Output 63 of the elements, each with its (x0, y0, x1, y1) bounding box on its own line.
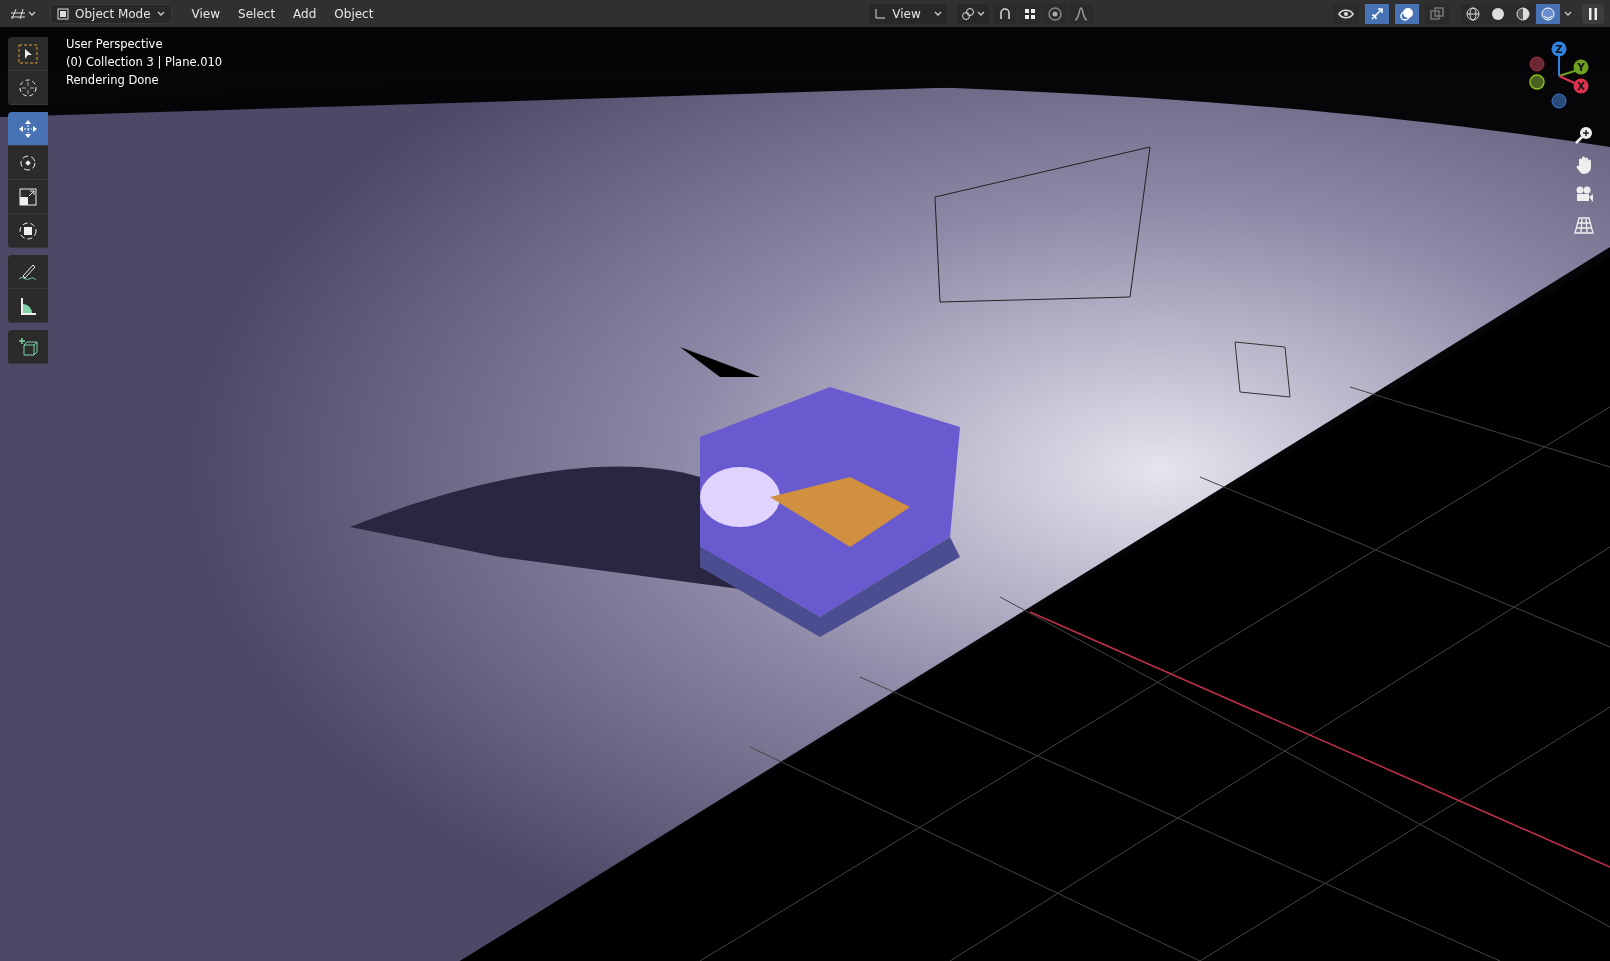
material-sphere-icon (1516, 6, 1530, 21)
grid-dots-icon (1024, 7, 1037, 20)
link-icon (961, 6, 976, 21)
wire-sphere-icon (1466, 6, 1480, 21)
menu-item[interactable]: Add (285, 3, 325, 24)
curve-icon (1074, 6, 1089, 21)
axes-icon (874, 7, 887, 20)
magnet-icon (998, 6, 1013, 21)
menu-item[interactable]: Select (230, 3, 284, 24)
overlay-circles-icon (1400, 6, 1414, 21)
add-cube-icon (18, 336, 38, 357)
header-toggle[interactable] (1486, 3, 1510, 24)
header-toggle[interactable] (1395, 3, 1419, 24)
header-toggle[interactable] (1425, 3, 1449, 24)
tool-button[interactable] (8, 180, 48, 214)
caret-icon (1564, 10, 1572, 17)
scale-icon (18, 186, 38, 207)
navigation-gizmo[interactable]: Z Y X (1526, 39, 1596, 113)
caret-icon (156, 10, 165, 17)
caret-icon (934, 10, 943, 17)
header-toggle[interactable] (1461, 3, 1485, 24)
axes-grid-icon (10, 6, 26, 21)
rendered-sphere-icon (1541, 6, 1555, 21)
viewport-info-text: (0) Collection 3 | Plane.010 (66, 54, 223, 71)
header-toggle[interactable] (1043, 3, 1068, 24)
header-toggle[interactable] (993, 3, 1018, 24)
hand-icon[interactable] (1574, 155, 1594, 175)
viewport-info-text: Rendering Done (66, 72, 160, 89)
header-toggle[interactable] (1069, 3, 1094, 24)
object-mode-icon (57, 7, 69, 20)
xray-icon (1430, 6, 1444, 21)
transform-icon (18, 220, 38, 241)
caret-icon (977, 10, 986, 17)
rotate-icon (18, 152, 38, 173)
menu-item[interactable]: View (183, 3, 229, 24)
tool-button[interactable] (8, 330, 48, 364)
pause-button[interactable] (1582, 3, 1604, 24)
tool-button[interactable] (8, 146, 48, 180)
header-toggle[interactable] (1511, 3, 1535, 24)
pause-icon (1588, 7, 1598, 20)
grid-icon[interactable] (1574, 215, 1594, 235)
header-toggle[interactable] (1365, 3, 1389, 24)
header-toggle[interactable] (1019, 3, 1042, 24)
tool-button[interactable] (8, 255, 48, 289)
viewport-info-text: User Perspective (66, 36, 164, 53)
select-box-icon (18, 43, 38, 64)
tool-button[interactable] (8, 214, 48, 248)
arrows-icon (1370, 6, 1384, 21)
menu-item[interactable]: Object (326, 3, 382, 24)
cursor-icon (18, 77, 38, 98)
header-toggle[interactable] (1333, 3, 1359, 24)
tool-button[interactable] (8, 289, 48, 323)
move-arrows-icon (18, 118, 38, 139)
header-toggle[interactable] (1536, 3, 1560, 24)
mode-dropdown[interactable]: Object Mode (50, 3, 172, 24)
solid-sphere-icon (1491, 6, 1505, 21)
zoom-icon[interactable] (1574, 125, 1594, 145)
ruler-icon (18, 295, 38, 316)
tool-button[interactable] (8, 112, 48, 146)
orientation-dropdown[interactable]: View (869, 3, 948, 24)
pivot-dropdown[interactable] (957, 3, 990, 24)
circle-dot-icon (1048, 6, 1063, 21)
caret-icon (28, 10, 36, 17)
